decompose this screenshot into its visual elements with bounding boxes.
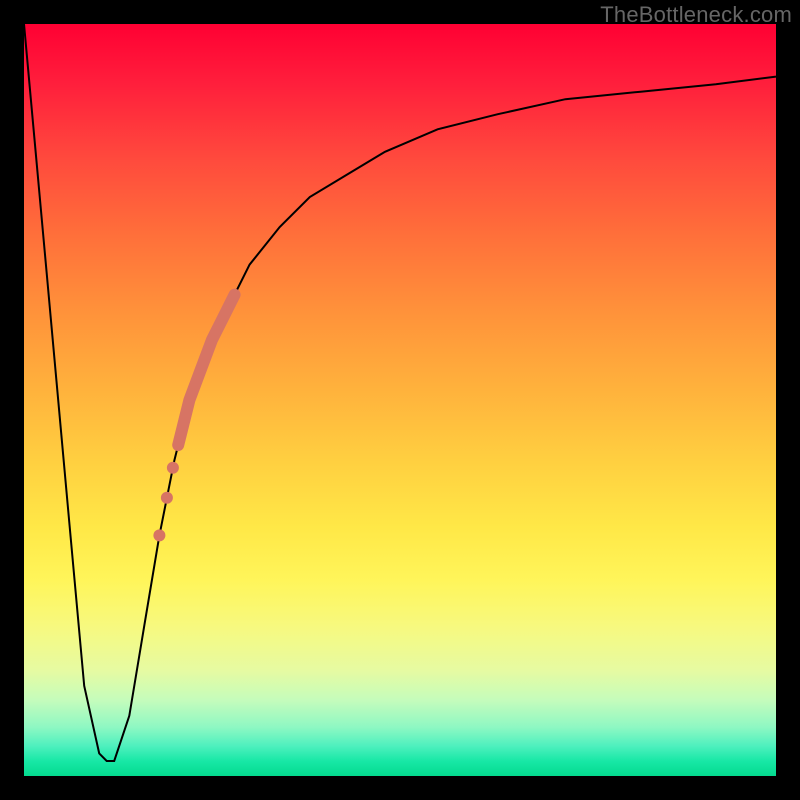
chart-frame	[24, 24, 776, 776]
chart-background-gradient	[24, 24, 776, 776]
